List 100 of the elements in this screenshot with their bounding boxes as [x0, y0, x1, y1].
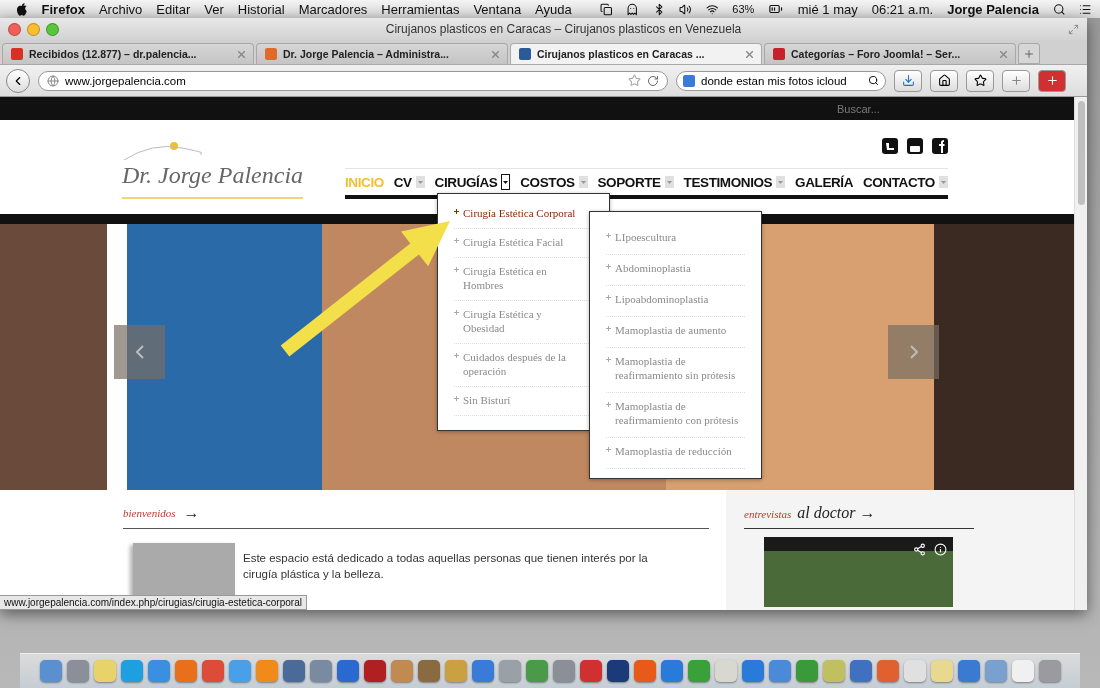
plus-icon — [606, 357, 611, 362]
plus-icon — [1023, 47, 1035, 60]
letter-f-icon[interactable] — [932, 138, 948, 154]
plus-icon — [606, 326, 611, 331]
plus-icon — [606, 447, 611, 452]
bookmarks-button[interactable] — [966, 69, 994, 92]
menu-link[interactable]: Mamoplastia de reafirmamiento sin prótesis — [606, 348, 745, 393]
nav-link[interactable]: SOPORTE — [597, 174, 674, 190]
menu-date: mié 1 may — [797, 1, 858, 17]
nav-link[interactable]: GALERÍA — [795, 174, 854, 190]
app-menu[interactable]: Firefox — [41, 1, 85, 17]
list-icon[interactable] — [1079, 2, 1092, 16]
menu-link[interactable]: Mamoplastia de reafirmamiento con prótesis — [606, 393, 745, 438]
app-icon[interactable] — [336, 660, 359, 682]
menu-link[interactable]: Abdominoplastia — [606, 255, 745, 286]
home-button[interactable] — [930, 69, 958, 92]
download-icon — [901, 74, 915, 87]
menu-item[interactable]: Ventana — [473, 1, 522, 17]
sun-mountain-icon — [122, 140, 202, 160]
app-icon[interactable] — [849, 660, 872, 682]
caret-icon[interactable] — [501, 174, 511, 190]
status-url: www.jorgepalencia.com/index.php/cirugias/cirugia-estetica-corporal — [0, 595, 307, 610]
app-icon[interactable] — [363, 660, 386, 682]
nav-link[interactable]: TESTIMONIOS — [683, 174, 786, 190]
chevron-right-icon — [909, 345, 918, 359]
browser-tab[interactable]: Categorías – Foro Joomla! – Ser... — [764, 43, 1016, 64]
favicon-icon — [519, 48, 531, 60]
nav-link[interactable]: COSTOS — [520, 174, 588, 190]
previous-slide-button[interactable] — [114, 325, 165, 379]
browser-tab[interactable]: Dr. Jorge Palencia – Administra... — [256, 43, 508, 64]
plus-icon — [606, 264, 611, 269]
minimize-button[interactable] — [27, 22, 40, 36]
plus-icon — [606, 402, 611, 407]
welcome-paragraph: Este espacio está dedicado a todas aquellas personas que tienen interés por la cirugía plástica y la belleza. — [243, 551, 649, 582]
window-title: Cirujanos plasticos en Caracas – Cirujanos plasticos en Venezuela — [384, 22, 743, 36]
browser-tab[interactable]: Recibidos (12.877) – dr.palencia... — [2, 43, 254, 64]
plus-icon — [454, 209, 459, 214]
arrow-text: → — [183, 504, 200, 522]
plus-icon — [454, 238, 459, 243]
section-title: al doctor → — [797, 504, 876, 522]
menu-link[interactable]: Mamoplastia de aumento — [606, 317, 745, 348]
app-icon[interactable] — [282, 660, 305, 682]
plus-icon — [606, 233, 611, 238]
volume-icon[interactable] — [679, 2, 692, 16]
zoom-button[interactable] — [46, 22, 59, 36]
menu-item[interactable]: Ayuda — [535, 1, 572, 17]
plus-icon — [454, 353, 459, 358]
fullscreen-icon[interactable] — [1068, 23, 1079, 35]
nav-link[interactable]: CONTACTO — [862, 174, 948, 190]
site-search-field[interactable]: Buscar... — [835, 101, 959, 116]
battery-icon[interactable] — [768, 2, 784, 16]
app-icon[interactable] — [579, 660, 602, 682]
tab-close-icon[interactable] — [238, 50, 245, 58]
close-button[interactable] — [8, 22, 21, 36]
search-engine-icon[interactable] — [683, 74, 695, 87]
bookmark-star-icon[interactable] — [628, 74, 641, 87]
ghost-icon[interactable] — [626, 2, 639, 16]
user-name[interactable]: Jorge Palencia — [947, 1, 1039, 17]
apple-icon[interactable] — [16, 2, 28, 16]
nav-link[interactable]: CV — [393, 174, 425, 190]
download-button[interactable] — [894, 69, 922, 92]
plus-icon — [1009, 74, 1023, 87]
search-icon[interactable] — [1052, 2, 1066, 16]
menu-item[interactable]: Archivo — [98, 1, 143, 17]
wifi-icon[interactable] — [705, 2, 719, 16]
url-field[interactable]: www.jorgepalencia.com — [38, 70, 668, 91]
plus-icon — [606, 295, 611, 300]
menu-link[interactable]: LIpoescultura — [606, 224, 745, 255]
menu-link[interactable]: Mamoplastia de reducción — [606, 438, 745, 469]
app-icon[interactable] — [606, 660, 629, 682]
favicon-icon — [773, 48, 785, 60]
browser-tab[interactable]: Cirujanos plasticos en Caracas ... — [510, 43, 762, 64]
new-tab-button[interactable] — [1018, 43, 1040, 64]
tab-close-icon[interactable] — [492, 50, 499, 58]
battery-percent: 63% — [732, 3, 755, 15]
menu-link[interactable]: Lipoabdominoplastia — [606, 286, 745, 317]
share-icon[interactable] — [913, 543, 926, 556]
menu-item[interactable]: Herramientas — [381, 1, 460, 17]
section-kicker: entrevistas — [744, 508, 792, 520]
app-icon[interactable] — [417, 660, 440, 682]
back-button[interactable] — [6, 68, 30, 93]
nav-link[interactable]: CIRUGÍAS — [434, 174, 511, 190]
menu-item[interactable]: Editar — [156, 1, 191, 17]
next-slide-button[interactable] — [888, 325, 939, 379]
reload-icon[interactable] — [647, 74, 659, 87]
plus-icon — [454, 310, 459, 315]
addon-button[interactable] — [1038, 69, 1066, 92]
display-icon[interactable] — [599, 2, 613, 16]
extension-button[interactable] — [1002, 69, 1030, 92]
search-field[interactable]: donde estan mis fotos icloud — [676, 70, 886, 91]
menu-item[interactable]: Ver — [204, 1, 224, 17]
menu-item[interactable]: Marcadores — [298, 1, 368, 17]
tab-close-icon[interactable] — [1000, 50, 1007, 58]
menu-item[interactable]: Historial — [237, 1, 285, 17]
search-icon[interactable] — [868, 75, 879, 86]
tab-close-icon[interactable] — [746, 50, 753, 58]
scroll-bar[interactable] — [1074, 97, 1087, 610]
info-icon[interactable] — [934, 543, 947, 556]
favicon-icon — [11, 48, 23, 60]
logo[interactable]: Dr. Jorge Palencia — [122, 162, 304, 199]
